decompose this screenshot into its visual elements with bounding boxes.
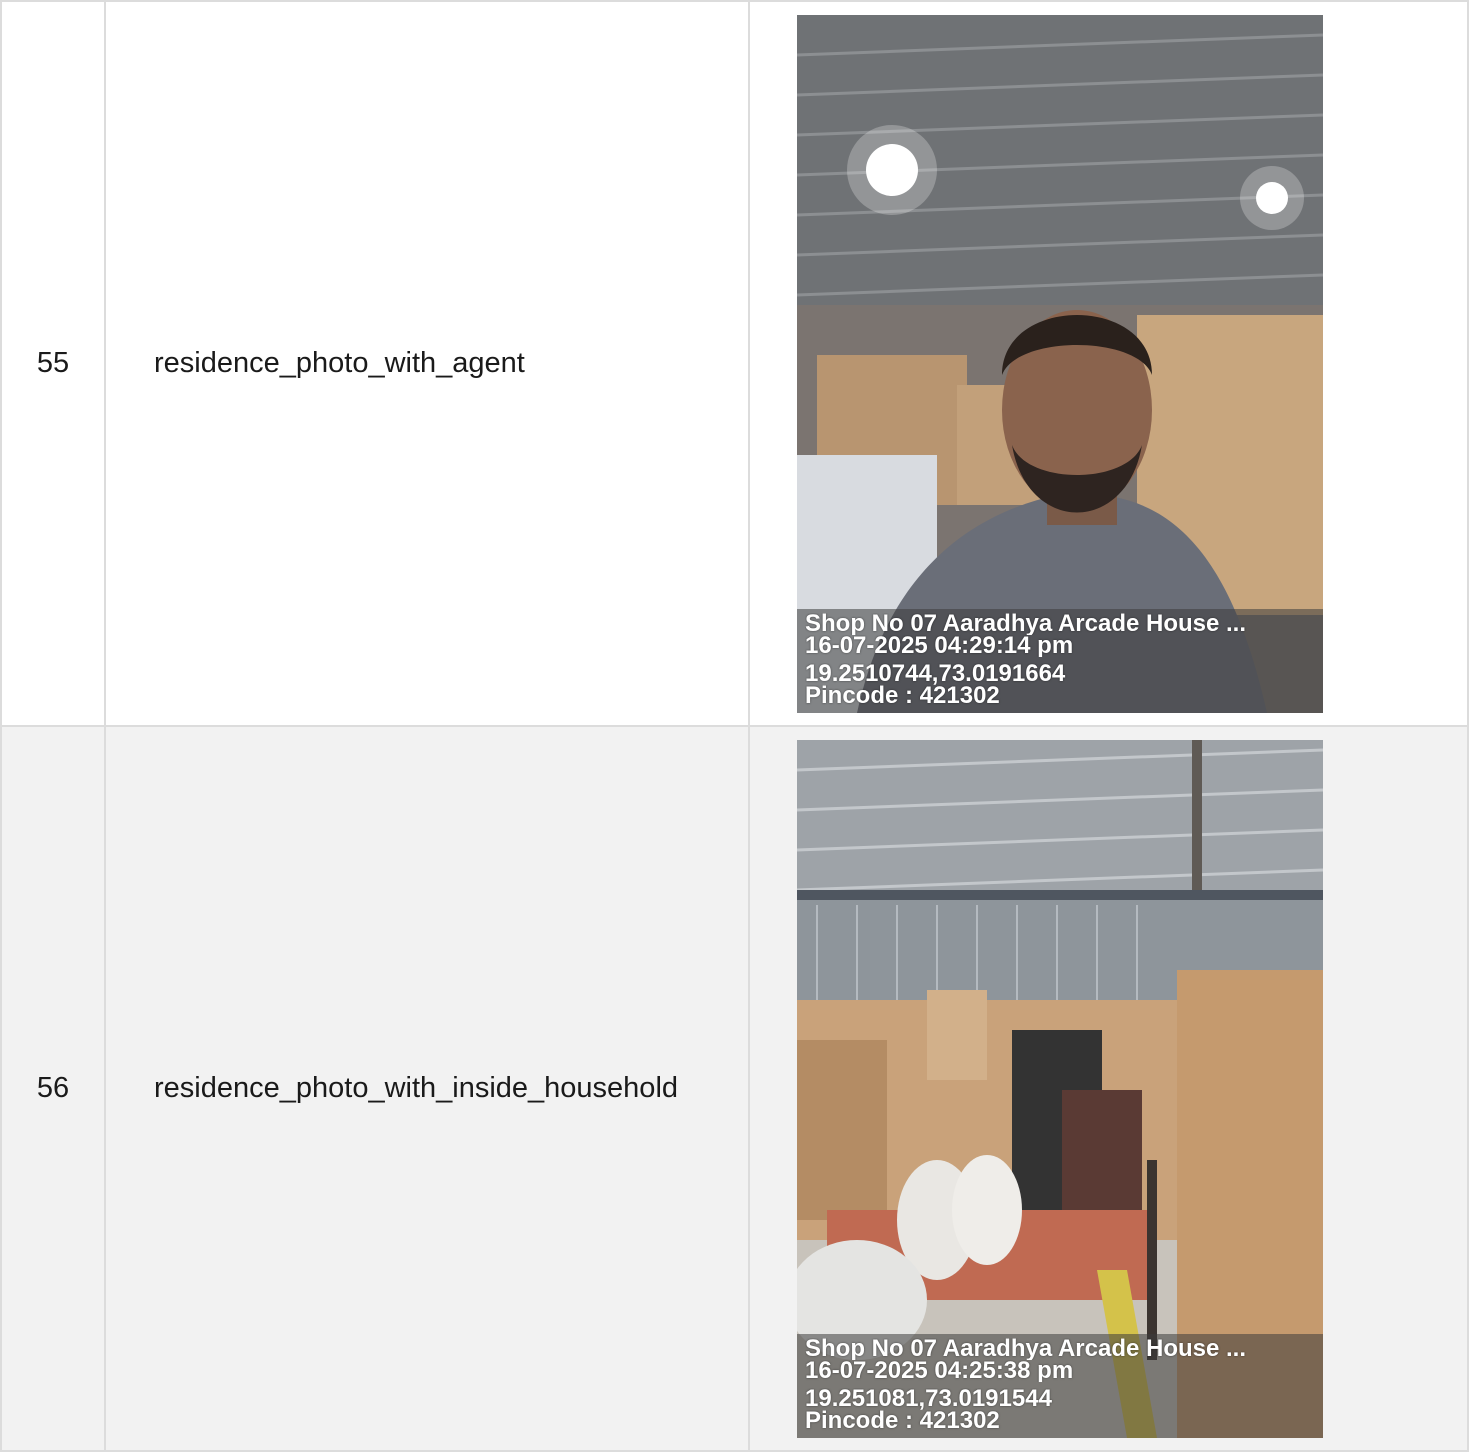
field-name: residence_photo_with_agent xyxy=(104,0,750,727)
photo-table: 55 residence_photo_with_agent Shop No 07… xyxy=(0,0,1469,1452)
photo-coordinates: 19.251081,73.0191544 xyxy=(805,1387,1052,1410)
photo-datetime: 16-07-2025 04:25:38 pm xyxy=(805,1359,1074,1382)
table-row: 56 residence_photo_with_inside_household xyxy=(0,725,1469,1452)
agent-selfie-photo[interactable]: Shop No 07 Aaradhya Arcade House ... 16-… xyxy=(797,14,1323,713)
photo-address: Shop No 07 Aaradhya Arcade House ... xyxy=(805,1337,1247,1360)
photo-pincode: Pincode : 421302 xyxy=(805,684,1000,707)
photo-geotag-overlay: Shop No 07 Aaradhya Arcade House ... 16-… xyxy=(797,1333,1323,1438)
household-interior-photo[interactable]: Shop No 07 Aaradhya Arcade House ... 16-… xyxy=(797,739,1323,1438)
photo-cell: Shop No 07 Aaradhya Arcade House ... 16-… xyxy=(748,0,1469,727)
photo-coordinates: 19.2510744,73.0191664 xyxy=(805,662,1066,685)
photo-address: Shop No 07 Aaradhya Arcade House ... xyxy=(805,612,1247,635)
table-row: 55 residence_photo_with_agent Shop No 07… xyxy=(0,0,1469,727)
row-number: 55 xyxy=(0,0,106,727)
row-number: 56 xyxy=(0,725,106,1452)
photo-cell: Shop No 07 Aaradhya Arcade House ... 16-… xyxy=(748,725,1469,1452)
photo-datetime: 16-07-2025 04:29:14 pm xyxy=(805,634,1074,657)
photo-geotag-overlay: Shop No 07 Aaradhya Arcade House ... 16-… xyxy=(797,608,1323,713)
photo-pincode: Pincode : 421302 xyxy=(805,1409,1000,1432)
field-name: residence_photo_with_inside_household xyxy=(104,725,750,1452)
